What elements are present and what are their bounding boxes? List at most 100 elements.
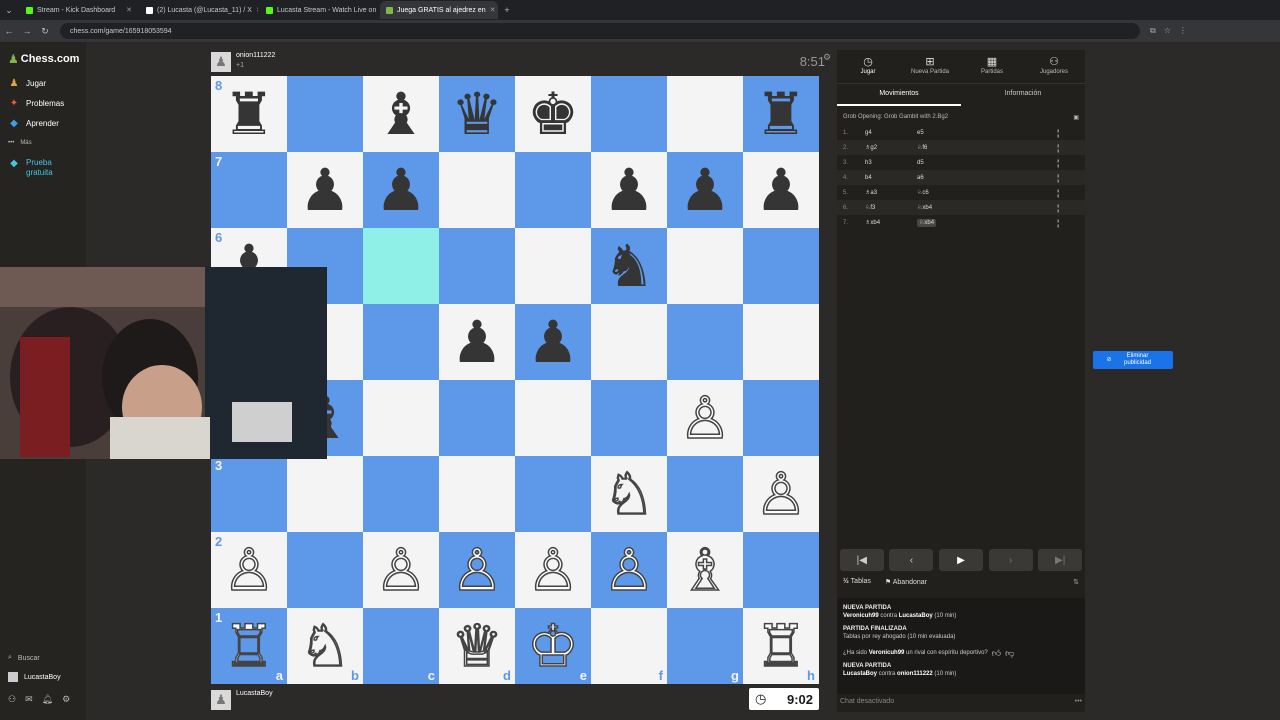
square-c4[interactable] — [363, 380, 439, 456]
white-move[interactable]: g4 — [865, 130, 917, 136]
chess-logo[interactable]: ♟ Chess.com — [8, 52, 79, 66]
square-d1[interactable]: d ♕ — [439, 608, 515, 684]
close-icon[interactable]: ✕ — [490, 6, 496, 14]
first-move-button[interactable]: |◀ — [839, 549, 884, 571]
new-tab-icon[interactable]: + — [498, 5, 516, 15]
browser-tab-1[interactable]: (2) Lucasta (@Lucasta_11) / X✕ — [140, 1, 258, 19]
play-button[interactable]: ▶ — [938, 549, 983, 571]
square-d5[interactable]: ♟ — [439, 304, 515, 380]
square-g1[interactable]: g — [667, 608, 743, 684]
square-a7[interactable]: 7 — [211, 152, 287, 228]
square-c1[interactable]: c — [363, 608, 439, 684]
white-piece-h3[interactable]: ♙ — [743, 456, 819, 532]
white-piece-f2[interactable]: ♙ — [591, 532, 667, 608]
square-e7[interactable] — [515, 152, 591, 228]
tab-jugadores[interactable]: ⚇ Jugadores — [1023, 50, 1085, 83]
square-f7[interactable]: ♟ — [591, 152, 667, 228]
square-h8[interactable]: ♜ — [743, 76, 819, 152]
player-avatar[interactable]: ♟ — [211, 690, 231, 710]
square-e1[interactable]: e ♔ — [515, 608, 591, 684]
white-piece-d2[interactable]: ♙ — [439, 532, 515, 608]
square-b1[interactable]: b ♘ — [287, 608, 363, 684]
sidebar-item-jugar[interactable]: ♟ Jugar — [8, 78, 47, 89]
square-b7[interactable]: ♟ — [287, 152, 363, 228]
white-move[interactable]: b4 — [865, 175, 917, 181]
resign-button[interactable]: ⚑ Abandonar — [885, 578, 927, 586]
board-settings-icon[interactable]: ⚙ — [823, 52, 831, 63]
square-e6[interactable] — [515, 228, 591, 304]
tab-movimientos[interactable]: Movimientos — [837, 84, 961, 106]
black-piece-a8[interactable]: ♜ — [211, 76, 287, 152]
black-piece-d8[interactable]: ♛ — [439, 76, 515, 152]
sidebar-item-mas[interactable]: ••• Más — [8, 140, 32, 146]
square-a1[interactable]: 1 a ♖ — [211, 608, 287, 684]
flip-board-icon[interactable]: ⇅ — [1073, 578, 1079, 586]
square-c6[interactable] — [363, 228, 439, 304]
more-options-icon[interactable]: ••• — [1075, 698, 1082, 708]
white-piece-f3[interactable]: ♘ — [591, 456, 667, 532]
notifications-icon[interactable]: 🔔︎ — [42, 694, 53, 705]
square-d4[interactable] — [439, 380, 515, 456]
menu-icon[interactable]: ⋮ — [1179, 26, 1187, 36]
square-d7[interactable] — [439, 152, 515, 228]
black-piece-f7[interactable]: ♟ — [591, 152, 667, 228]
square-d3[interactable] — [439, 456, 515, 532]
last-move-button[interactable]: ▶| — [1038, 549, 1083, 571]
square-h5[interactable] — [743, 304, 819, 380]
square-g3[interactable] — [667, 456, 743, 532]
friends-icon[interactable]: ⚇ — [8, 694, 16, 705]
black-move[interactable]: a6 — [917, 175, 1057, 181]
prev-move-button[interactable]: ‹ — [889, 549, 934, 571]
black-piece-d5[interactable]: ♟ — [439, 304, 515, 380]
black-piece-c8[interactable]: ♝ — [363, 76, 439, 152]
square-c3[interactable] — [363, 456, 439, 532]
square-h3[interactable]: ♙ — [743, 456, 819, 532]
square-g8[interactable] — [667, 76, 743, 152]
black-move[interactable]: ♘xb4 — [917, 204, 1057, 211]
black-piece-g7[interactable]: ♟ — [667, 152, 743, 228]
square-a8[interactable]: 8 ♜ — [211, 76, 287, 152]
square-h6[interactable] — [743, 228, 819, 304]
remove-ads-button[interactable]: ⊘ Eliminar publicidad — [1093, 351, 1173, 369]
square-f3[interactable]: ♘ — [591, 456, 667, 532]
white-move[interactable]: ♘f3 — [865, 204, 917, 211]
book-icon[interactable]: ▣ — [1073, 114, 1079, 121]
url-field[interactable]: chess.com/game/165918053594 — [60, 23, 1140, 39]
white-piece-b1[interactable]: ♘ — [287, 608, 363, 684]
bookmark-icon[interactable]: ☆ — [1164, 26, 1171, 36]
square-g7[interactable]: ♟ — [667, 152, 743, 228]
black-piece-f6[interactable]: ♞ — [591, 228, 667, 304]
white-move[interactable]: ♗xb4 — [865, 219, 917, 226]
white-move[interactable]: ♗a3 — [865, 189, 917, 196]
square-b2[interactable] — [287, 532, 363, 608]
square-d8[interactable]: ♛ — [439, 76, 515, 152]
square-d2[interactable]: ♙ — [439, 532, 515, 608]
black-piece-e8[interactable]: ♚ — [515, 76, 591, 152]
black-piece-h7[interactable]: ♟ — [743, 152, 819, 228]
white-piece-h1[interactable]: ♖ — [743, 608, 819, 684]
browser-tab-0[interactable]: Stream - Kick Dashboard ✕ — [20, 1, 138, 19]
white-piece-g4[interactable]: ♙ — [667, 380, 743, 456]
sidebar-item-prueba[interactable]: ◆ Prueba gratuita — [8, 158, 66, 178]
square-e2[interactable]: ♙ — [515, 532, 591, 608]
white-move[interactable]: ♗g2 — [865, 144, 917, 151]
square-g4[interactable]: ♙ — [667, 380, 743, 456]
back-icon[interactable]: ← — [0, 26, 18, 36]
messages-icon[interactable]: ✉ — [25, 694, 33, 705]
black-move[interactable]: ♘c6 — [917, 189, 1057, 196]
black-piece-h8[interactable]: ♜ — [743, 76, 819, 152]
square-a3[interactable]: 3 — [211, 456, 287, 532]
square-f8[interactable] — [591, 76, 667, 152]
forward-icon[interactable]: → — [18, 26, 36, 36]
square-f2[interactable]: ♙ — [591, 532, 667, 608]
tab-search-icon[interactable]: ⌄ — [0, 5, 18, 16]
sidebar-search[interactable]: ⌕ Buscar — [8, 654, 40, 662]
white-piece-e2[interactable]: ♙ — [515, 532, 591, 608]
square-g6[interactable] — [667, 228, 743, 304]
square-f4[interactable] — [591, 380, 667, 456]
black-piece-e5[interactable]: ♟ — [515, 304, 591, 380]
black-move[interactable]: d5 — [917, 160, 1057, 166]
opponent-avatar[interactable]: ♟ — [211, 52, 231, 72]
square-e5[interactable]: ♟ — [515, 304, 591, 380]
player-name[interactable]: LucastaBoy — [236, 690, 273, 697]
